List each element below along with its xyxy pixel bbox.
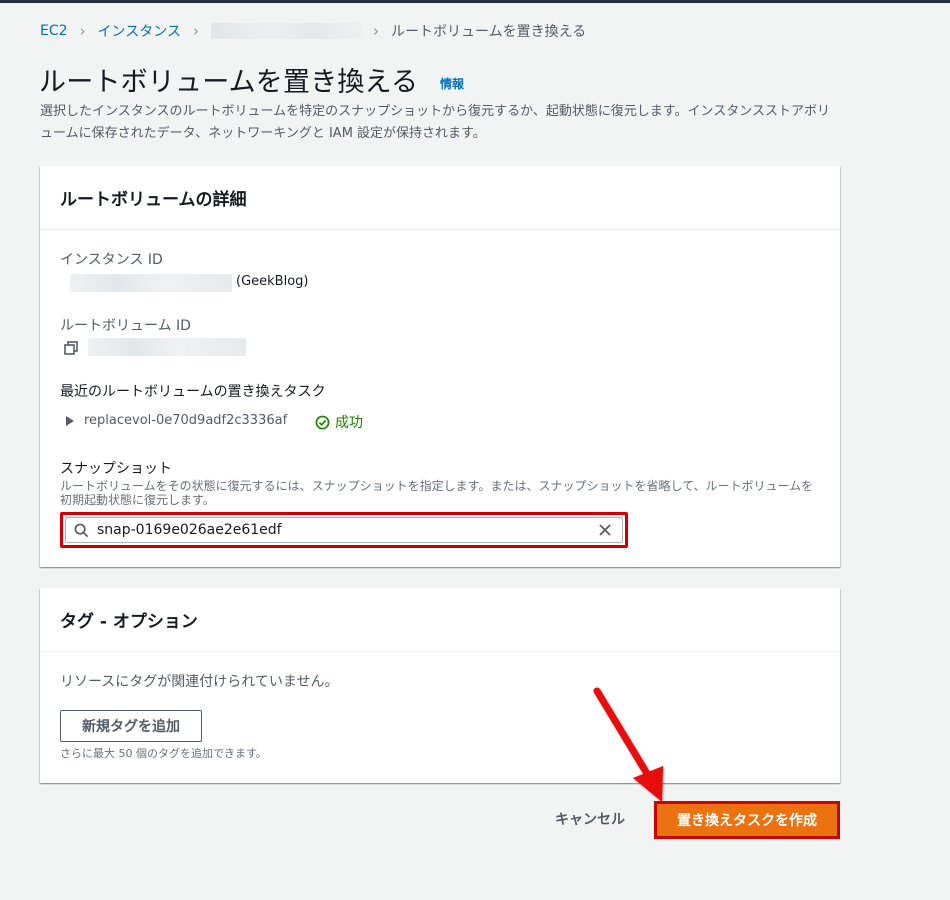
breadcrumb-instances[interactable]: インスタンス [98, 21, 181, 41]
snapshot-search-input[interactable]: snap-0169e026ae2e61edf [65, 517, 623, 543]
page-description: 選択したインスタンスのルートボリュームを特定のスナップショットから復元するか、起… [40, 104, 831, 141]
root-volume-details-panel: ルートボリュームの詳細 インスタンス ID (GeekBlog) ルートボリュー… [40, 166, 840, 567]
breadcrumb-current: ルートボリュームを置き換える [390, 24, 587, 40]
clear-icon[interactable] [598, 523, 612, 537]
top-nav-bar [0, 0, 950, 3]
copy-icon[interactable] [64, 341, 78, 355]
chevron-right-icon: › [372, 22, 379, 40]
chevron-right-icon: › [192, 22, 199, 40]
panel-header: ルートボリュームの詳細 [40, 166, 840, 230]
panel-header: タグ - オプション [40, 588, 840, 652]
check-circle-icon [315, 415, 330, 429]
page-title: ルートボリュームを置き換える [39, 67, 419, 98]
snapshot-hint: ルートボリュームをその状態に復元するには、スナップショットを指定します。または、… [60, 479, 814, 507]
search-icon [74, 523, 89, 537]
root-volume-id-label: ルートボリューム ID [60, 318, 191, 334]
instance-name: (GeekBlog) [236, 274, 309, 289]
expand-triangle-icon[interactable] [66, 416, 74, 426]
create-replace-task-button[interactable]: 置き換えタスクを作成 [654, 801, 840, 839]
chevron-right-icon: › [79, 22, 86, 40]
breadcrumb: EC2 › インスタンス › › ルートボリュームを置き換える [40, 21, 586, 41]
annotation-arrow [593, 687, 663, 802]
snapshot-label: スナップショット [60, 461, 172, 477]
task-id[interactable]: replacevol-0e70d9adf2c3336af [84, 413, 287, 428]
add-tag-button[interactable]: 新規タグを追加 [60, 710, 202, 742]
tags-panel: タグ - オプション リソースにタグが関連付けられていません。 新規タグを追加 … [40, 588, 840, 783]
status-badge: 成功 [315, 412, 363, 432]
instance-id-label: インスタンス ID [60, 252, 163, 268]
no-tags-text: リソースにタグが関連付けられていません。 [60, 674, 339, 690]
recent-task-label: 最近のルートボリュームの置き換えタスク [60, 384, 326, 400]
tag-limit-hint: さらに最大 50 個のタグを追加できます。 [60, 747, 267, 760]
cancel-button[interactable]: キャンセル [555, 809, 625, 829]
breadcrumb-ec2[interactable]: EC2 [40, 23, 68, 39]
instance-id-redacted [70, 274, 232, 292]
status-text: 成功 [335, 415, 363, 431]
info-link[interactable]: 情報 [440, 75, 464, 92]
snapshot-value: snap-0169e026ae2e61edf [97, 522, 282, 538]
root-volume-id-redacted [88, 338, 246, 356]
snapshot-search-highlight: snap-0169e026ae2e61edf [60, 512, 628, 548]
breadcrumb-instance-id-redacted[interactable] [210, 23, 361, 39]
